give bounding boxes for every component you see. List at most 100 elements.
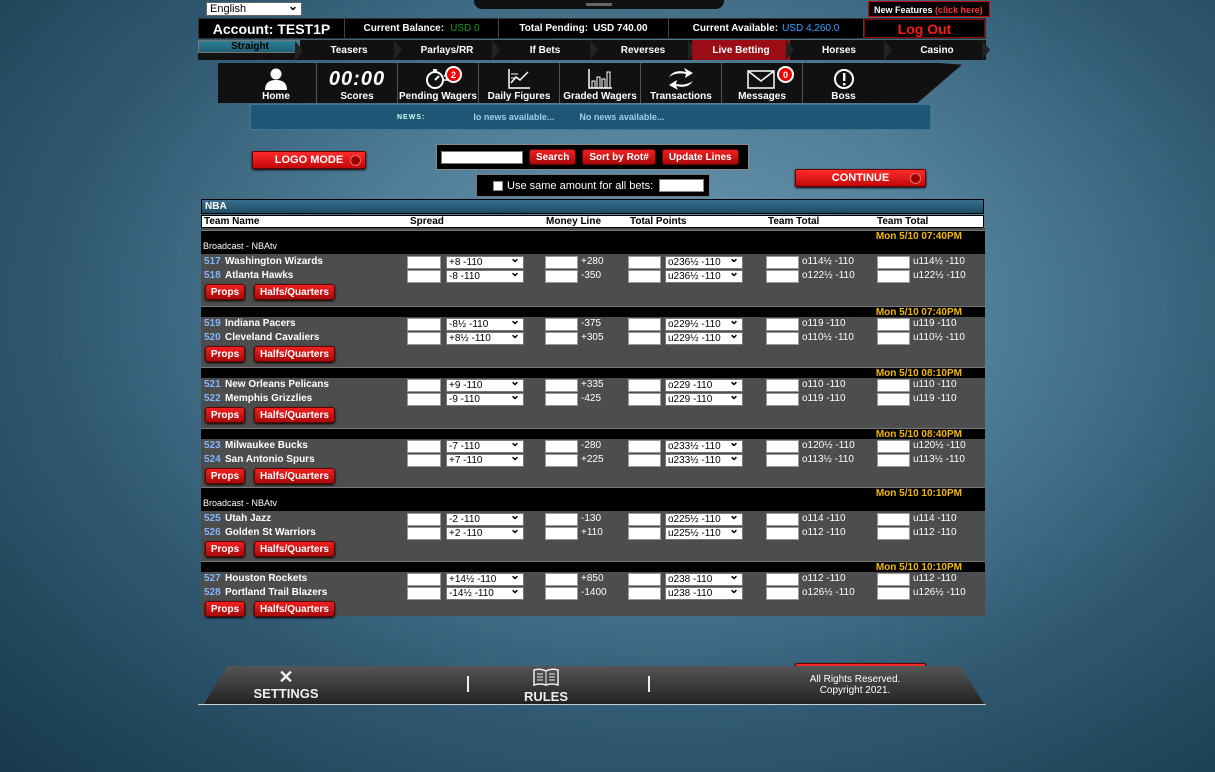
sort-by-rot-button[interactable]: Sort by Rot# [582, 149, 656, 165]
total-amount-input[interactable] [628, 256, 661, 269]
halfs-quarters-button[interactable]: Halfs/Quarters [254, 601, 335, 617]
money-line-input[interactable] [545, 379, 578, 392]
team-total-input[interactable] [877, 379, 910, 392]
total-select[interactable]: u238 -110 [665, 584, 743, 600]
money-line-input[interactable] [545, 587, 578, 600]
tab-casino[interactable]: Casino [888, 40, 990, 60]
total-amount-input[interactable] [628, 393, 661, 406]
menu-boss[interactable]: Boss [803, 63, 884, 103]
same-amount-input[interactable] [659, 179, 705, 192]
menu-transactions[interactable]: Transactions [641, 63, 722, 103]
spread-amount-input[interactable] [407, 256, 441, 269]
spread-amount-input[interactable] [407, 513, 441, 526]
money-line-input[interactable] [545, 527, 578, 540]
team-total-input[interactable] [877, 454, 910, 467]
search-input[interactable] [441, 150, 523, 164]
team-total-input[interactable] [766, 440, 799, 453]
spread-select[interactable]: -14½ -110 [446, 584, 524, 600]
team-total-input[interactable] [766, 332, 799, 345]
continue-button[interactable]: CONTINUE [795, 169, 926, 187]
total-amount-input[interactable] [628, 379, 661, 392]
spread-select[interactable]: -8 -110 [446, 267, 524, 283]
team-total-input[interactable] [766, 379, 799, 392]
money-line-input[interactable] [545, 256, 578, 269]
money-line-input[interactable] [545, 393, 578, 406]
menu-scores[interactable]: 00:00 Scores [317, 63, 398, 103]
new-features-click-here[interactable]: (click here) [935, 5, 983, 15]
halfs-quarters-button[interactable]: Halfs/Quarters [254, 407, 335, 423]
spread-amount-input[interactable] [407, 270, 441, 283]
halfs-quarters-button[interactable]: Halfs/Quarters [254, 541, 335, 557]
props-button[interactable]: Props [205, 346, 245, 362]
total-amount-input[interactable] [628, 527, 661, 540]
tab-horses[interactable]: Horses [790, 40, 892, 60]
logout-button[interactable]: Log Out [864, 19, 985, 38]
tab-reverses[interactable]: Reverses [594, 40, 696, 60]
team-total-input[interactable] [766, 573, 799, 586]
team-total-input[interactable] [877, 256, 910, 269]
menu-pending-wagers[interactable]: 2 Pending Wagers [398, 63, 479, 103]
money-line-input[interactable] [545, 440, 578, 453]
spread-amount-input[interactable] [407, 318, 441, 331]
menu-messages[interactable]: 0 Messages [722, 63, 803, 103]
tab-straight[interactable]: Straight [198, 40, 303, 61]
team-total-input[interactable] [877, 318, 910, 331]
team-total-input[interactable] [766, 256, 799, 269]
total-select[interactable]: u233½ -110 [665, 451, 743, 467]
spread-amount-input[interactable] [407, 440, 441, 453]
total-amount-input[interactable] [628, 513, 661, 526]
total-select[interactable]: u229½ -110 [665, 329, 743, 345]
total-select[interactable]: u229 -110 [665, 390, 743, 406]
menu-graded-wagers[interactable]: Graded Wagers [560, 63, 641, 103]
spread-amount-input[interactable] [407, 573, 441, 586]
team-total-input[interactable] [877, 270, 910, 283]
total-amount-input[interactable] [628, 573, 661, 586]
update-lines-button[interactable]: Update Lines [661, 149, 739, 165]
total-amount-input[interactable] [628, 332, 661, 345]
team-total-input[interactable] [766, 527, 799, 540]
team-total-input[interactable] [766, 513, 799, 526]
team-total-input[interactable] [877, 393, 910, 406]
team-total-input[interactable] [766, 318, 799, 331]
money-line-input[interactable] [545, 573, 578, 586]
team-total-input[interactable] [877, 587, 910, 600]
halfs-quarters-button[interactable]: Halfs/Quarters [254, 468, 335, 484]
props-button[interactable]: Props [205, 601, 245, 617]
money-line-input[interactable] [545, 513, 578, 526]
total-amount-input[interactable] [628, 454, 661, 467]
props-button[interactable]: Props [205, 468, 245, 484]
team-total-input[interactable] [877, 440, 910, 453]
total-amount-input[interactable] [628, 440, 661, 453]
settings-link[interactable]: ✕ SETTINGS [250, 668, 322, 701]
total-amount-input[interactable] [628, 587, 661, 600]
halfs-quarters-button[interactable]: Halfs/Quarters [254, 346, 335, 362]
money-line-input[interactable] [545, 454, 578, 467]
team-total-input[interactable] [877, 573, 910, 586]
money-line-input[interactable] [545, 318, 578, 331]
props-button[interactable]: Props [205, 407, 245, 423]
team-total-input[interactable] [766, 454, 799, 467]
total-amount-input[interactable] [628, 270, 661, 283]
menu-home[interactable]: Home [236, 63, 317, 103]
tab-if-bets[interactable]: If Bets [496, 40, 598, 60]
props-button[interactable]: Props [205, 541, 245, 557]
total-select[interactable]: u225½ -110 [665, 524, 743, 540]
spread-amount-input[interactable] [407, 393, 441, 406]
spread-select[interactable]: -9 -110 [446, 390, 524, 406]
rules-link[interactable]: RULES [518, 668, 574, 704]
spread-amount-input[interactable] [407, 527, 441, 540]
tab-parlays[interactable]: Parlays/RR [398, 40, 500, 60]
team-total-input[interactable] [877, 527, 910, 540]
total-select[interactable]: u236½ -110 [665, 267, 743, 283]
team-total-input[interactable] [766, 393, 799, 406]
logo-mode-button[interactable]: LOGO MODE [252, 151, 366, 169]
spread-select[interactable]: +8½ -110 [446, 329, 524, 345]
spread-select[interactable]: +2 -110 [446, 524, 524, 540]
team-total-input[interactable] [766, 587, 799, 600]
team-total-input[interactable] [877, 513, 910, 526]
spread-amount-input[interactable] [407, 454, 441, 467]
total-amount-input[interactable] [628, 318, 661, 331]
props-button[interactable]: Props [205, 284, 245, 300]
spread-select[interactable]: +7 -110 [446, 451, 524, 467]
team-total-input[interactable] [877, 332, 910, 345]
